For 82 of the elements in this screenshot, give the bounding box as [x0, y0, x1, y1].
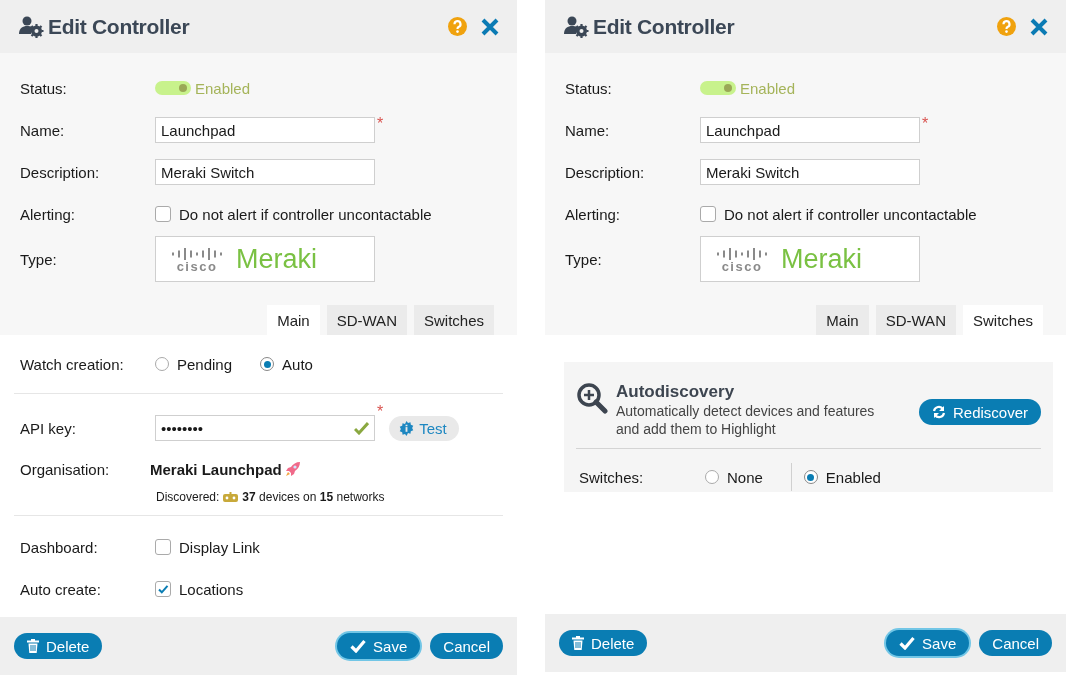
- help-icon[interactable]: [448, 17, 467, 36]
- field-label: Type:: [565, 250, 603, 268]
- user-gear-icon: [563, 15, 589, 38]
- field-label: Status:: [565, 79, 613, 97]
- field-label: Status:: [20, 79, 68, 97]
- toggle-switch[interactable]: [155, 81, 191, 95]
- field-label: Description:: [565, 163, 646, 181]
- tab[interactable]: SD-WAN: [326, 305, 407, 335]
- radio-button[interactable]: [260, 357, 275, 371]
- dialog-title: Edit Controller: [48, 14, 191, 39]
- field-label: Alerting:: [565, 205, 622, 223]
- field-label: Switches:: [579, 468, 645, 486]
- radio-button[interactable]: [705, 470, 719, 484]
- tab[interactable]: Main: [816, 305, 869, 335]
- checkbox[interactable]: [155, 539, 171, 555]
- radio-label: Auto: [282, 355, 313, 373]
- user-gear-icon: [18, 15, 44, 38]
- tab[interactable]: Switches: [962, 305, 1043, 335]
- delete-button[interactable]: Delete: [559, 630, 648, 656]
- robot-icon: [222, 491, 240, 503]
- radio-label: Pending: [177, 355, 233, 373]
- field-label: Name:: [20, 121, 66, 139]
- type-logo: cisco Meraki: [700, 236, 920, 282]
- gear-icon: [399, 420, 415, 436]
- refresh-icon: [931, 405, 946, 419]
- close-icon[interactable]: [1030, 17, 1048, 36]
- save-button[interactable]: Save: [337, 633, 421, 659]
- field-label: Description:: [20, 163, 101, 181]
- dialog-title: Edit Controller: [593, 14, 736, 39]
- status-text: Enabled: [195, 79, 251, 97]
- discovered-label: Discovered:: [156, 490, 220, 504]
- required-mark: *: [377, 115, 384, 133]
- checkbox[interactable]: [155, 581, 171, 597]
- discovery-summary: 37 devices on 15 networks: [242, 490, 385, 504]
- bars-icon: [715, 245, 769, 260]
- tab[interactable]: Switches: [413, 305, 494, 335]
- type-logo: cisco Meraki: [155, 236, 375, 282]
- name-field[interactable]: Launchpad: [155, 117, 375, 143]
- close-icon[interactable]: [481, 17, 499, 36]
- toggle-switch[interactable]: [700, 81, 736, 95]
- api-key-field[interactable]: ••••••••: [155, 415, 375, 441]
- zoom-in-icon: [576, 382, 608, 414]
- delete-button[interactable]: Delete: [14, 633, 103, 659]
- trash-icon: [27, 639, 39, 653]
- tab[interactable]: Main: [267, 305, 320, 335]
- cancel-button[interactable]: Cancel: [979, 630, 1052, 656]
- tab[interactable]: SD-WAN: [875, 305, 956, 335]
- checkbox[interactable]: [700, 206, 716, 222]
- field-label: Alerting:: [20, 205, 77, 223]
- required-mark: *: [922, 115, 929, 133]
- field-label: Dashboard:: [20, 538, 99, 556]
- radio-label: None: [727, 468, 763, 486]
- help-icon[interactable]: [997, 17, 1016, 36]
- checkbox[interactable]: [155, 206, 171, 222]
- organisation-name: Meraki Launchpad: [150, 461, 282, 478]
- section-description: Automatically detect devices and features and add them to Highlight: [616, 402, 876, 438]
- description-field[interactable]: Meraki Switch: [700, 159, 920, 185]
- radio-button[interactable]: [155, 357, 169, 371]
- name-field[interactable]: Launchpad: [700, 117, 920, 143]
- check-icon: [350, 639, 367, 653]
- check-icon: [899, 636, 916, 650]
- required-mark: *: [377, 403, 384, 421]
- radio-label: Enabled: [825, 468, 881, 486]
- field-label: Auto create:: [20, 580, 102, 598]
- field-label: API key:: [20, 419, 77, 437]
- radio-button[interactable]: [803, 470, 818, 484]
- checkbox-label: Do not alert if controller uncontactable: [724, 205, 977, 223]
- field-label: Watch creation:: [20, 355, 125, 373]
- description-field[interactable]: Meraki Switch: [155, 159, 375, 185]
- rediscover-button[interactable]: Rediscover: [918, 399, 1041, 425]
- bars-icon: [170, 245, 224, 260]
- cancel-button[interactable]: Cancel: [430, 633, 503, 659]
- section-title: Autodiscovery: [616, 382, 736, 402]
- trash-icon: [572, 636, 584, 650]
- field-label: Name:: [565, 121, 611, 139]
- status-text: Enabled: [740, 79, 796, 97]
- field-label: Type:: [20, 250, 58, 268]
- checkbox-label: Locations: [179, 580, 244, 598]
- checkbox-label: Do not alert if controller uncontactable: [179, 205, 432, 223]
- save-button[interactable]: Save: [886, 630, 970, 656]
- checkbox-label: Display Link: [179, 538, 260, 556]
- rocket-icon: [283, 461, 301, 478]
